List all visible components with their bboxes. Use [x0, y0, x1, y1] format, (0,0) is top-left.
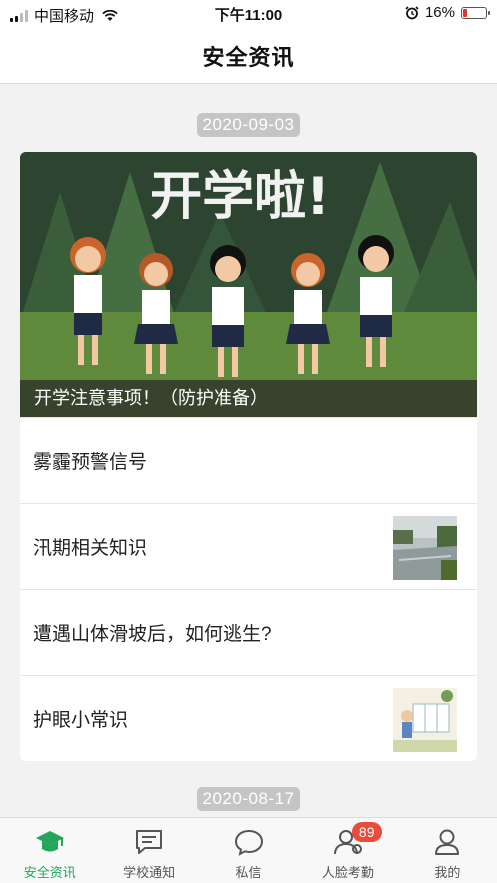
- news-feed[interactable]: 2020-09-03 开学啦! 开学注意事项！（防护准备） 雾霾预警信号 汛期相…: [0, 85, 497, 817]
- tab-safety-news[interactable]: 安全资讯: [0, 818, 99, 883]
- list-item[interactable]: 雾霾预警信号: [20, 417, 477, 503]
- tab-label: 私信: [235, 865, 262, 880]
- graduation-cap-icon: [33, 826, 67, 858]
- battery-icon: [461, 6, 490, 19]
- article-title: 遭遇山体滑坡后，如何逃生?: [33, 624, 272, 645]
- list-item[interactable]: 遭遇山体滑坡后，如何逃生?: [20, 589, 477, 675]
- article-title: 雾霾预警信号: [33, 452, 148, 473]
- school-start-illustration: 开学啦!: [20, 152, 477, 417]
- tab-private-message[interactable]: 私信: [199, 818, 298, 883]
- status-bar: 中国移动 下午11:00 16%: [0, 0, 497, 28]
- tab-label: 学校通知: [123, 865, 176, 880]
- battery-percent: 16%: [424, 4, 455, 21]
- tab-label: 安全资讯: [23, 865, 76, 880]
- tab-school-notice[interactable]: 学校通知: [99, 818, 198, 883]
- tab-label: 人脸考勤: [321, 865, 374, 880]
- eye-care-thumbnail: [393, 688, 457, 752]
- flood-thumbnail: [393, 516, 457, 580]
- unread-badge: 89: [351, 822, 382, 842]
- date-pill: 2020-09-03: [196, 113, 301, 137]
- featured-caption: 开学注意事项！（防护准备）: [20, 380, 477, 417]
- tab-bar: 安全资讯 学校通知 私信 89 人脸考勤 我的: [0, 817, 497, 883]
- tab-mine[interactable]: 我的: [398, 818, 497, 883]
- tab-face-attendance[interactable]: 89 人脸考勤: [298, 818, 397, 883]
- banner-headline: 开学啦!: [150, 167, 330, 227]
- news-card: 开学啦! 开学注意事项！（防护准备） 雾霾预警信号 汛期相关知识 遭遇山体滑坡后…: [20, 152, 477, 761]
- alarm-icon: [405, 5, 419, 19]
- featured-article[interactable]: 开学啦! 开学注意事项！（防护准备）: [20, 152, 477, 417]
- list-item[interactable]: 护眼小常识: [20, 675, 477, 761]
- list-item[interactable]: 汛期相关知识: [20, 503, 477, 589]
- article-title: 护眼小常识: [33, 710, 129, 731]
- nav-header: 安全资讯: [0, 28, 497, 84]
- message-lines-icon: [132, 826, 166, 858]
- person-icon: [430, 826, 464, 858]
- tab-label: 我的: [434, 865, 461, 880]
- article-title: 汛期相关知识: [33, 538, 148, 559]
- page-title: 安全资讯: [202, 44, 295, 70]
- chat-bubble-icon: [232, 826, 266, 858]
- date-pill: 2020-08-17: [196, 787, 301, 811]
